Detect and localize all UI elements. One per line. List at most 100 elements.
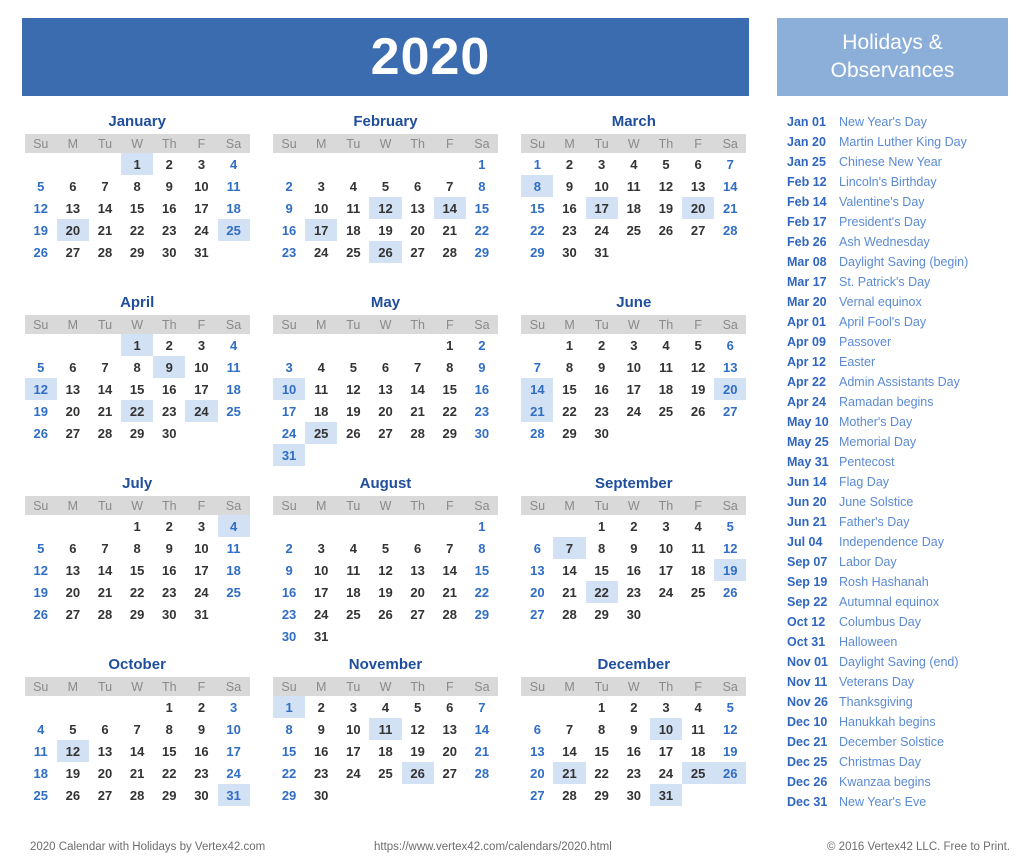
day-cell[interactable]: 1 [586, 696, 618, 718]
day-cell[interactable]: 10 [305, 559, 337, 581]
day-cell-holiday[interactable]: 31 [217, 784, 250, 806]
day-cell[interactable]: 5 [25, 537, 57, 559]
day-cell[interactable]: 29 [466, 241, 498, 263]
day-cell[interactable]: 9 [273, 197, 305, 219]
day-cell[interactable]: 4 [218, 153, 250, 175]
day-cell-holiday[interactable]: 21 [521, 400, 554, 422]
day-cell[interactable]: 29 [586, 784, 618, 806]
day-cell[interactable]: 19 [25, 581, 57, 603]
day-cell[interactable]: 15 [121, 197, 153, 219]
day-cell[interactable]: 20 [521, 581, 553, 603]
day-cell[interactable]: 17 [618, 378, 650, 400]
day-cell[interactable]: 14 [434, 559, 466, 581]
day-cell[interactable]: 10 [618, 356, 650, 378]
day-cell[interactable]: 28 [89, 603, 121, 625]
day-cell[interactable]: 29 [153, 784, 185, 806]
day-cell[interactable]: 6 [521, 718, 553, 740]
day-cell[interactable]: 18 [650, 378, 682, 400]
day-cell[interactable]: 16 [153, 559, 185, 581]
day-cell[interactable]: 20 [521, 762, 553, 784]
day-cell[interactable]: 18 [682, 559, 714, 581]
day-cell[interactable]: 26 [337, 422, 369, 444]
day-cell[interactable]: 16 [618, 740, 650, 762]
day-cell[interactable]: 24 [650, 581, 682, 603]
day-cell[interactable]: 14 [714, 175, 746, 197]
day-cell[interactable]: 27 [521, 784, 553, 806]
day-cell[interactable]: 24 [337, 762, 369, 784]
day-cell-holiday[interactable]: 7 [553, 537, 586, 559]
day-cell[interactable]: 30 [466, 422, 498, 444]
day-cell[interactable]: 11 [218, 175, 250, 197]
day-cell[interactable]: 10 [185, 175, 217, 197]
day-cell[interactable]: 31 [305, 625, 337, 647]
day-cell[interactable]: 22 [121, 581, 153, 603]
day-cell[interactable]: 3 [185, 334, 217, 356]
day-cell[interactable]: 2 [153, 515, 185, 537]
day-cell[interactable]: 5 [337, 356, 369, 378]
day-cell[interactable]: 17 [185, 559, 217, 581]
day-cell[interactable]: 12 [714, 537, 746, 559]
day-cell[interactable]: 8 [121, 537, 153, 559]
day-cell[interactable]: 23 [273, 603, 305, 625]
day-cell[interactable]: 15 [586, 559, 618, 581]
day-cell[interactable]: 20 [402, 219, 434, 241]
day-cell[interactable]: 17 [185, 197, 217, 219]
day-cell[interactable]: 24 [305, 603, 337, 625]
day-cell[interactable]: 13 [369, 378, 401, 400]
day-cell[interactable]: 18 [218, 197, 250, 219]
day-cell[interactable]: 23 [466, 400, 498, 422]
day-cell[interactable]: 24 [273, 422, 305, 444]
day-cell[interactable]: 31 [185, 603, 217, 625]
day-cell[interactable]: 4 [337, 537, 369, 559]
day-cell[interactable]: 2 [273, 175, 305, 197]
day-cell[interactable]: 1 [466, 153, 498, 175]
day-cell[interactable]: 15 [121, 559, 153, 581]
day-cell[interactable]: 14 [402, 378, 434, 400]
day-cell-holiday[interactable]: 26 [401, 762, 434, 784]
day-cell[interactable]: 14 [89, 378, 121, 400]
day-cell[interactable]: 13 [57, 378, 89, 400]
day-cell[interactable]: 26 [714, 581, 746, 603]
day-cell[interactable]: 21 [434, 581, 466, 603]
day-cell[interactable]: 8 [121, 356, 153, 378]
day-cell[interactable]: 27 [521, 603, 553, 625]
day-cell[interactable]: 10 [337, 718, 369, 740]
day-cell-holiday[interactable]: 12 [56, 740, 89, 762]
day-cell-holiday[interactable]: 4 [217, 515, 250, 537]
day-cell[interactable]: 1 [521, 153, 553, 175]
day-cell[interactable]: 4 [218, 334, 250, 356]
day-cell[interactable]: 18 [25, 762, 57, 784]
day-cell[interactable]: 8 [153, 718, 185, 740]
day-cell[interactable]: 3 [218, 696, 250, 718]
day-cell[interactable]: 17 [337, 740, 369, 762]
day-cell[interactable]: 12 [337, 378, 369, 400]
day-cell[interactable]: 23 [153, 400, 185, 422]
day-cell[interactable]: 3 [185, 515, 217, 537]
day-cell[interactable]: 28 [434, 241, 466, 263]
day-cell[interactable]: 6 [402, 175, 434, 197]
day-cell[interactable]: 16 [553, 197, 585, 219]
day-cell[interactable]: 9 [273, 559, 305, 581]
day-cell-holiday[interactable]: 12 [369, 197, 402, 219]
day-cell[interactable]: 9 [466, 356, 498, 378]
day-cell[interactable]: 4 [682, 515, 714, 537]
day-cell[interactable]: 4 [650, 334, 682, 356]
day-cell[interactable]: 21 [402, 400, 434, 422]
day-cell[interactable]: 24 [185, 581, 217, 603]
day-cell[interactable]: 4 [682, 696, 714, 718]
day-cell[interactable]: 2 [466, 334, 498, 356]
day-cell[interactable]: 16 [586, 378, 618, 400]
day-cell[interactable]: 25 [369, 762, 401, 784]
day-cell-holiday[interactable]: 19 [714, 559, 747, 581]
day-cell[interactable]: 22 [521, 219, 553, 241]
day-cell[interactable]: 14 [89, 197, 121, 219]
day-cell-holiday[interactable]: 24 [185, 400, 218, 422]
day-cell[interactable]: 27 [682, 219, 714, 241]
day-cell-holiday[interactable]: 11 [369, 718, 402, 740]
day-cell-holiday[interactable]: 17 [585, 197, 618, 219]
day-cell[interactable]: 7 [434, 175, 466, 197]
day-cell[interactable]: 29 [521, 241, 553, 263]
day-cell[interactable]: 2 [305, 696, 337, 718]
day-cell[interactable]: 11 [682, 718, 714, 740]
day-cell[interactable]: 25 [682, 581, 714, 603]
